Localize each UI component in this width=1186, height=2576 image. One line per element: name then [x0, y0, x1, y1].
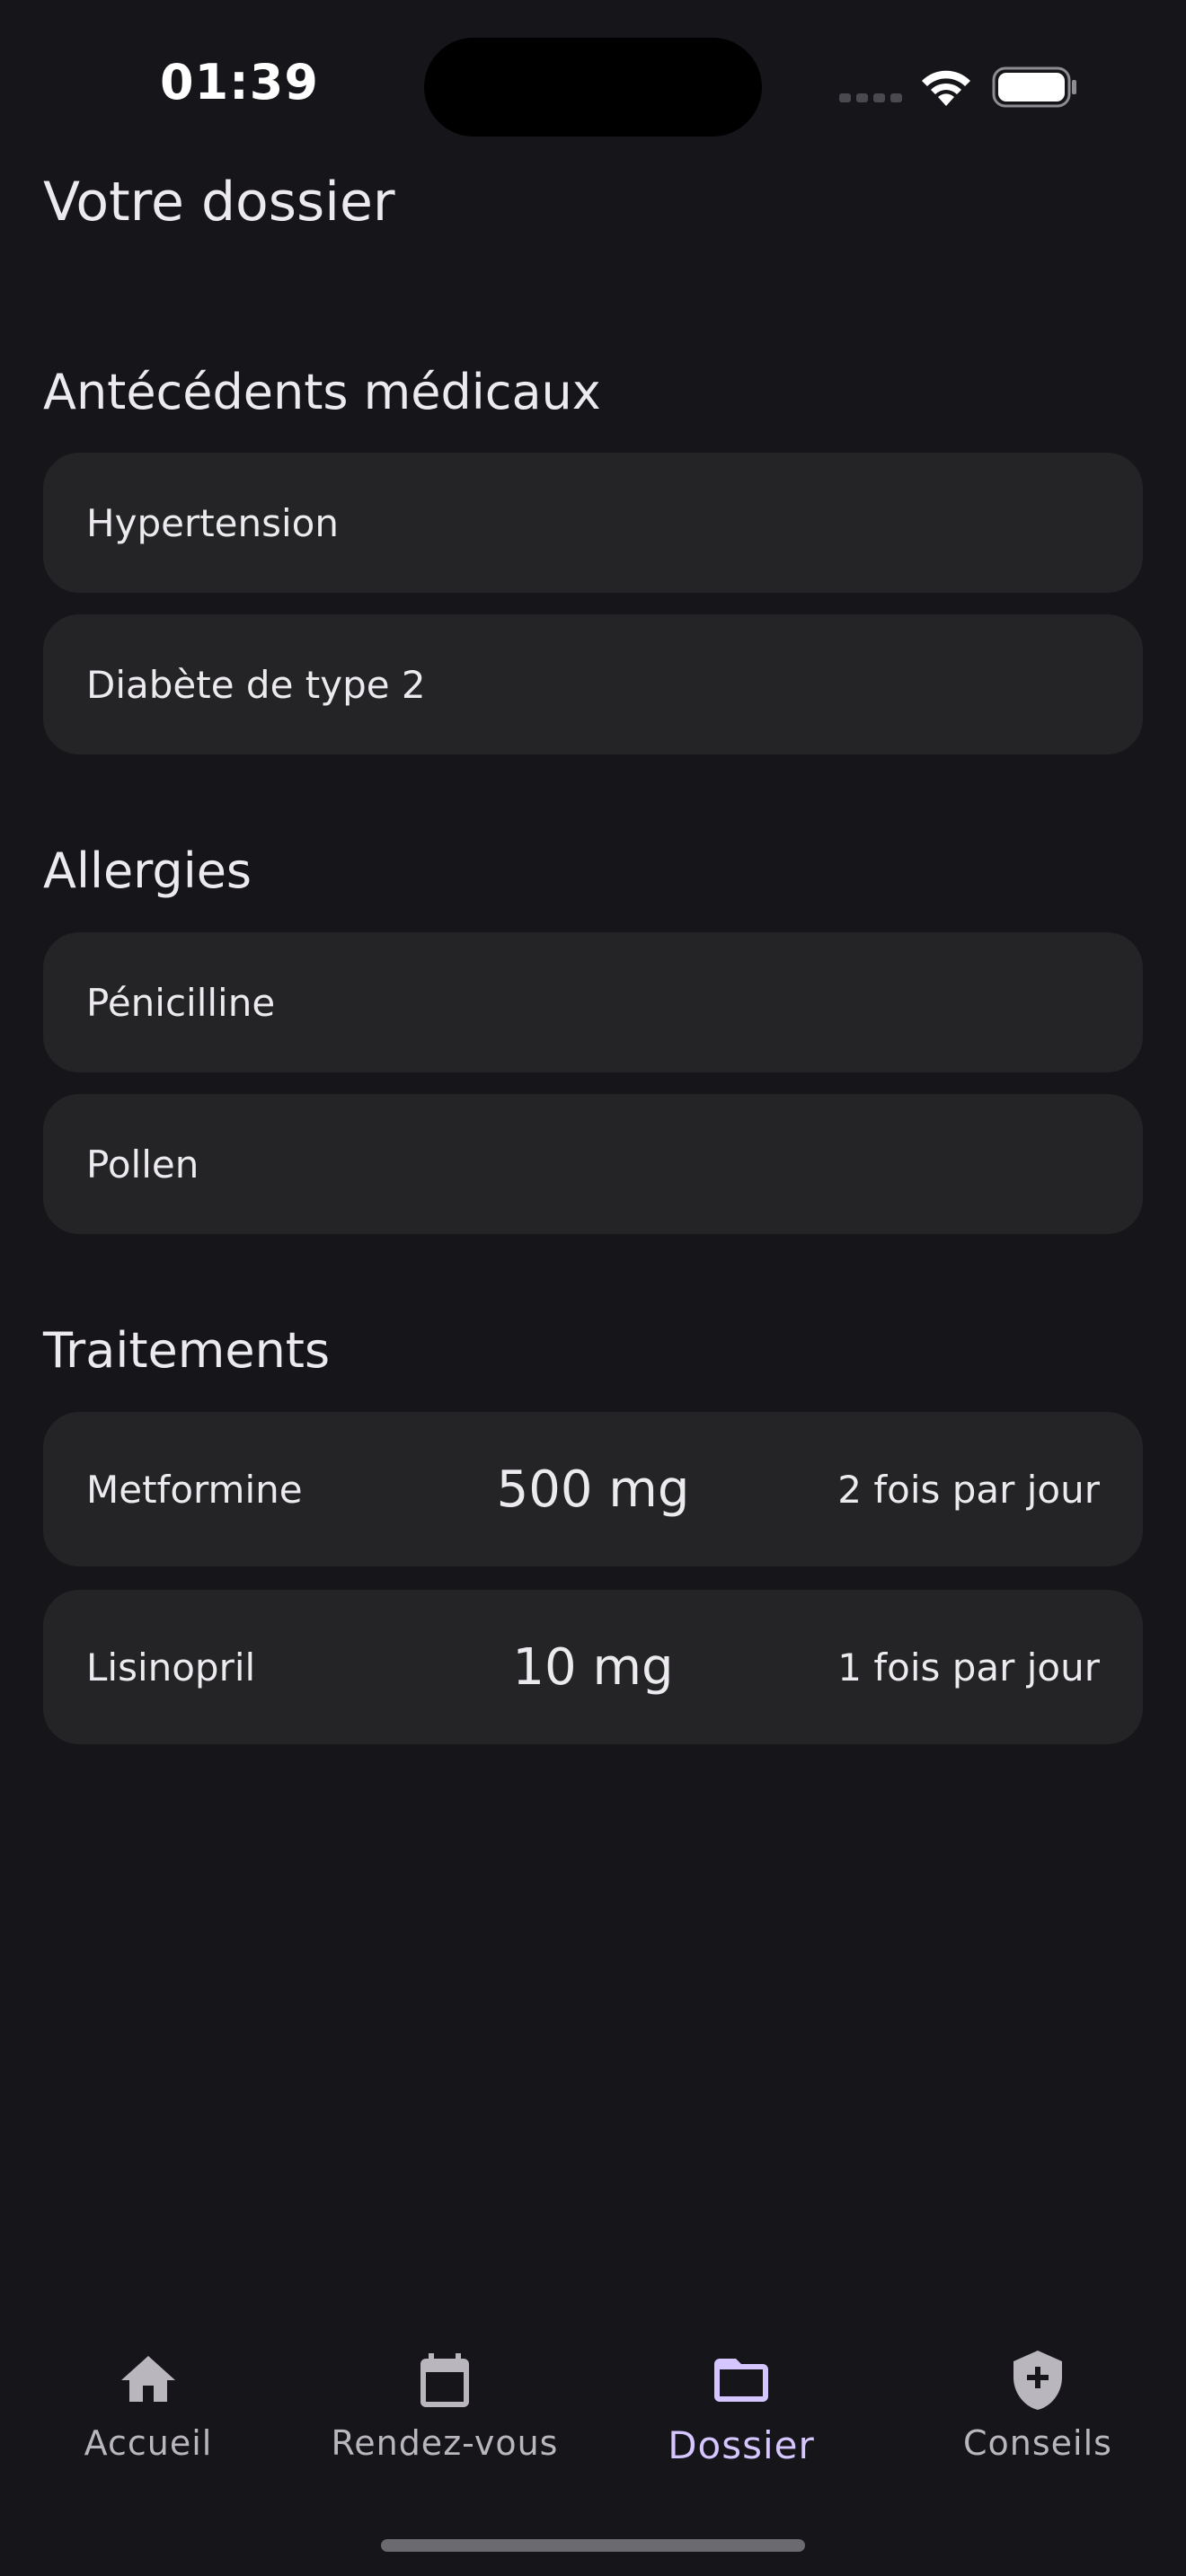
- treatment-dose: 10 mg: [512, 1637, 674, 1697]
- nav-item-rendez-vous[interactable]: Rendez-vous: [296, 2326, 593, 2488]
- treatment-dose: 500 mg: [496, 1460, 690, 1519]
- page-title: Votre dossier: [43, 171, 395, 234]
- screen: 01:39 Votre dossier Antécédents médicaux…: [0, 0, 1186, 2576]
- treatment-name: Lisinopril: [86, 1645, 256, 1689]
- dynamic-island: [424, 38, 762, 137]
- folder-icon: [714, 2359, 768, 2402]
- treatment-card[interactable]: Metformine 500 mg 2 fois par jour: [43, 1412, 1143, 1566]
- shield-plus-icon: [1013, 2351, 1062, 2410]
- wifi-icon: [922, 70, 970, 106]
- nav-item-accueil[interactable]: Accueil: [0, 2326, 296, 2488]
- home-indicator[interactable]: [381, 2539, 805, 2552]
- status-bar: 01:39: [0, 0, 1186, 171]
- cellular-signal-icon: [839, 93, 902, 106]
- history-section-title: Antécédents médicaux: [43, 364, 601, 420]
- allergy-item-label: Pénicilline: [86, 980, 276, 1025]
- allergy-card[interactable]: Pénicilline: [43, 932, 1143, 1072]
- battery-icon: [992, 66, 1076, 108]
- history-card[interactable]: Hypertension: [43, 453, 1143, 593]
- bottom-navigation: Accueil Rendez-vous Dossier Conseils: [0, 2326, 1186, 2524]
- allergy-card[interactable]: Pollen: [43, 1094, 1143, 1234]
- treatment-frequency: 2 fois par jour: [837, 1467, 1100, 1512]
- nav-label: Conseils: [963, 2423, 1112, 2463]
- nav-label: Rendez-vous: [331, 2423, 559, 2463]
- treatment-card[interactable]: Lisinopril 10 mg 1 fois par jour: [43, 1590, 1143, 1744]
- treatment-frequency: 1 fois par jour: [837, 1645, 1100, 1689]
- history-item-label: Hypertension: [86, 500, 339, 545]
- nav-label: Dossier: [668, 2423, 815, 2467]
- calendar-icon: [420, 2353, 469, 2407]
- allergies-section-title: Allergies: [43, 842, 252, 899]
- treatments-section-title: Traitements: [43, 1322, 331, 1379]
- nav-item-dossier[interactable]: Dossier: [593, 2326, 890, 2488]
- nav-label: Accueil: [84, 2423, 213, 2463]
- status-time: 01:39: [160, 54, 319, 110]
- history-item-label: Diabète de type 2: [86, 662, 426, 707]
- history-card[interactable]: Diabète de type 2: [43, 614, 1143, 754]
- nav-item-conseils[interactable]: Conseils: [890, 2326, 1186, 2488]
- allergy-item-label: Pollen: [86, 1142, 199, 1187]
- treatment-name: Metformine: [86, 1467, 303, 1512]
- home-icon: [121, 2356, 175, 2402]
